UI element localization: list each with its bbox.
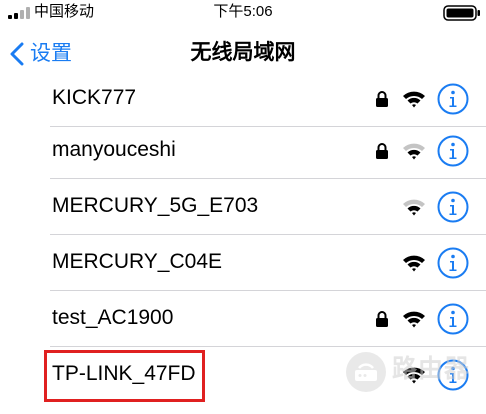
network-row-mercury-c04e[interactable]: MERCURY_C04E [0, 235, 486, 291]
lock-icon [376, 91, 388, 107]
info-icon[interactable] [437, 359, 469, 391]
wifi-icon [403, 255, 425, 272]
info-icon[interactable] [437, 83, 469, 115]
wifi-icon [403, 311, 425, 328]
network-ssid: MERCURY_C04E [52, 250, 222, 273]
info-icon[interactable] [437, 135, 469, 167]
network-ssid: manyouceshi [52, 138, 176, 161]
network-row-manyouceshi[interactable]: manyouceshi [0, 123, 486, 179]
status-time: 下午5:06 [213, 3, 273, 20]
info-icon[interactable] [437, 191, 469, 223]
info-icon[interactable] [437, 303, 469, 335]
wifi-icon [403, 91, 425, 108]
wifi-icon [403, 367, 425, 384]
info-icon[interactable] [437, 247, 469, 279]
battery-icon [443, 5, 480, 21]
page-title: 无线局域网 [190, 41, 296, 64]
wifi-icon [403, 199, 425, 216]
network-row-mercury-5g-e703[interactable]: MERCURY_5G_E703 [0, 179, 486, 235]
network-ssid: KICK777 [52, 86, 137, 109]
network-ssid: MERCURY_5G_E703 [52, 194, 259, 217]
status-bar: 中国移动 下午5:06 [0, 0, 486, 26]
lock-icon [376, 143, 388, 159]
lock-icon [376, 311, 388, 327]
network-ssid: test_AC1900 [52, 306, 174, 329]
network-row-kick777[interactable]: KICK777 [0, 71, 486, 127]
wifi-icon [403, 143, 425, 160]
highlight-box [44, 350, 205, 402]
network-row-test-ac1900[interactable]: test_AC1900 [0, 291, 486, 347]
